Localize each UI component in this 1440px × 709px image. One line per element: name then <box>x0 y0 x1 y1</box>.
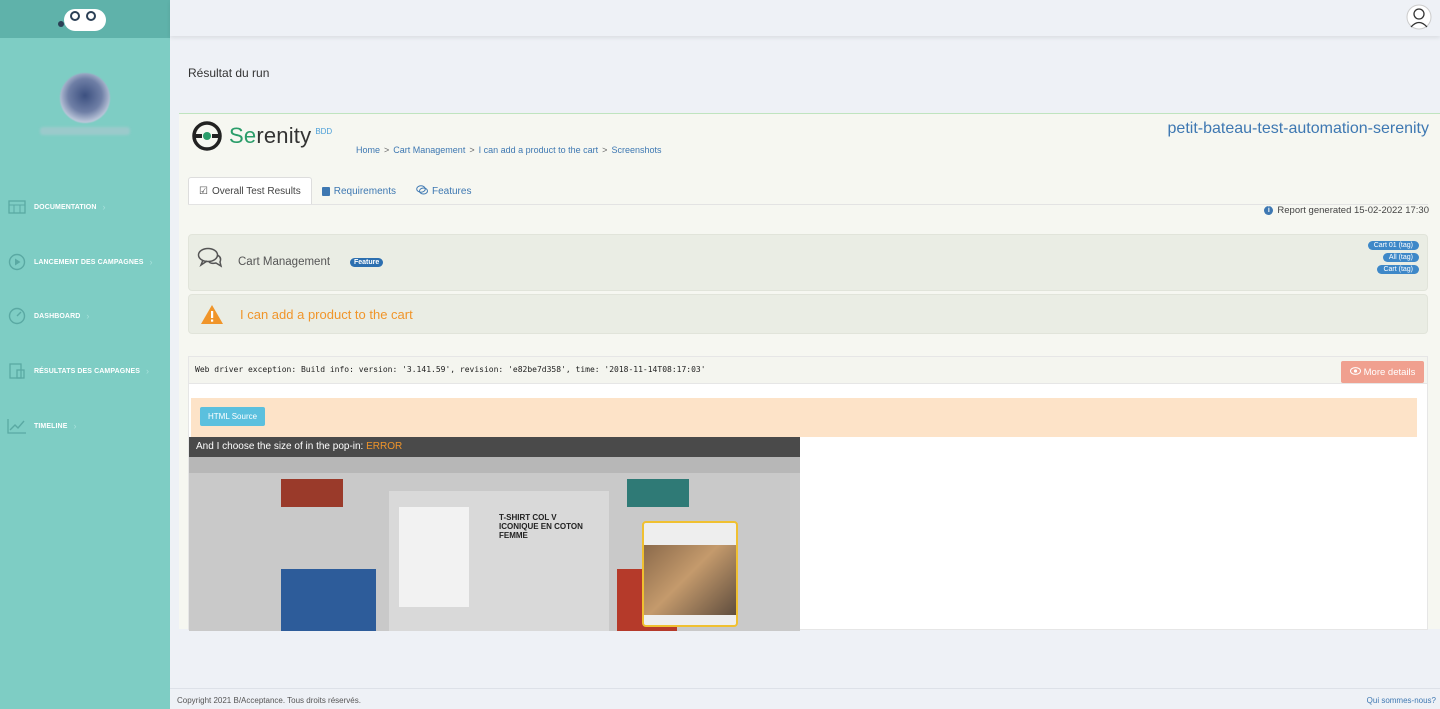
html-source-button[interactable]: HTML Source <box>200 407 266 426</box>
breadcrumb-feature[interactable]: Cart Management <box>393 145 465 155</box>
screenshot-popin <box>642 521 738 627</box>
sidebar-item-label: RÉSULTATS DES CAMPAGNES <box>34 367 141 375</box>
comments-icon <box>416 184 428 198</box>
screenshot-product-teal <box>627 479 689 507</box>
user-profile-icon[interactable] <box>1406 4 1432 30</box>
tag-list: Cart 01 (tag) All (tag) Cart (tag) <box>1367 241 1419 274</box>
breadcrumb-screenshots[interactable]: Screenshots <box>611 145 661 155</box>
tab-features[interactable]: Features <box>406 177 481 205</box>
chevron-right-icon: › <box>73 421 77 431</box>
user-avatar <box>60 73 110 123</box>
breadcrumb-scenario[interactable]: I can add a product to the cart <box>479 145 599 155</box>
tab-label: Requirements <box>333 185 396 197</box>
sidebar-item-label: TIMELINE <box>34 422 68 430</box>
sidebar-header <box>0 0 170 38</box>
report-generated: i Report generated 15-02-2022 17:30 <box>1264 205 1429 216</box>
tag-all[interactable]: All (tag) <box>1382 253 1419 262</box>
report-icon <box>7 361 27 381</box>
screenshot-product-modal: T-SHIRT COL V ICONIQUE EN COTON FEMME <box>389 491 609 631</box>
sidebar-item-campaign-launch[interactable]: LANCEMENT DES CAMPAGNES › <box>0 249 170 275</box>
feature-name: Cart Management <box>238 256 331 268</box>
warning-icon <box>201 305 223 324</box>
scenario-title: I can add a product to the cart <box>240 307 413 322</box>
sidebar-item-documentation[interactable]: DOCUMENTATION › <box>0 194 170 220</box>
serenity-bdd-label: BDD <box>315 126 333 136</box>
serenity-logo-text: Serenity <box>229 123 312 148</box>
screenshot-tshirt-image <box>399 507 469 607</box>
comments-icon <box>197 247 223 268</box>
project-name: petit-bateau-test-automation-serenity <box>1167 120 1429 137</box>
footer-about-link[interactable]: Qui sommes-nous? <box>1367 696 1436 705</box>
chevron-right-icon: › <box>102 202 106 212</box>
error-message: Web driver exception: Build info: versio… <box>195 365 706 374</box>
tab-label: Features <box>431 185 472 197</box>
error-panel: Web driver exception: Build info: versio… <box>188 356 1428 631</box>
error-header: Web driver exception: Build info: versio… <box>189 357 1427 384</box>
tab-overall-test-results[interactable]: ☑ Overall Test Results <box>188 177 312 205</box>
screenshot-caption-text: And I choose the size of in the pop-in: <box>196 441 367 452</box>
sidebar-item-timeline[interactable]: TIMELINE › <box>0 413 170 439</box>
serenity-logo: Serenity BDD <box>191 120 332 152</box>
more-details-button[interactable]: More details <box>1341 361 1424 383</box>
tab-label: Overall Test Results <box>211 186 301 197</box>
check-square-icon: ☑ <box>199 186 208 197</box>
tab-requirements[interactable]: Requirements <box>312 177 406 205</box>
screenshot-product-blue <box>281 569 376 631</box>
tabs-divider <box>188 204 1428 205</box>
sidebar: DOCUMENTATION › LANCEMENT DES CAMPAGNES … <box>0 0 170 709</box>
screenshot-product-title: T-SHIRT COL V ICONIQUE EN COTON FEMME <box>499 513 583 540</box>
play-circle-icon <box>7 252 27 272</box>
tag-cart-01[interactable]: Cart 01 (tag) <box>1367 241 1419 250</box>
more-details-label: More details <box>1363 366 1416 378</box>
app-logo[interactable] <box>58 5 112 33</box>
book-icon <box>321 186 330 196</box>
screenshot-webpage: T-SHIRT COL V ICONIQUE EN COTON FEMME <box>189 457 800 631</box>
report-generated-text: Report generated 15-02-2022 17:30 <box>1277 205 1429 216</box>
serenity-logo-icon <box>192 121 222 151</box>
sidebar-item-campaign-results[interactable]: RÉSULTATS DES CAMPAGNES › <box>0 358 170 384</box>
info-icon: i <box>1264 206 1274 215</box>
screenshot-image[interactable]: And I choose the size of in the pop-in: … <box>189 437 800 631</box>
eye-icon <box>1349 366 1361 378</box>
chevron-right-icon: › <box>86 311 90 321</box>
report-tabs: ☑ Overall Test Results Requirements Feat… <box>188 177 481 205</box>
chevron-right-icon: › <box>146 366 150 376</box>
screenshot-product-red <box>281 479 343 507</box>
report-panel: Serenity BDD Home > Cart Management > I ca… <box>179 113 1440 631</box>
screenshot-popin-photo <box>644 545 736 615</box>
sidebar-item-label: LANCEMENT DES CAMPAGNES <box>34 258 144 266</box>
footer: Copyright 2021 B/Acceptance. Tous droits… <box>170 688 1440 709</box>
scenario-header: I can add a product to the cart <box>188 294 1428 334</box>
feature-badge: Feature <box>350 258 384 267</box>
user-name-blurred <box>40 127 130 135</box>
breadcrumb-home[interactable]: Home <box>356 145 380 155</box>
calendar-grid-icon <box>7 197 27 217</box>
stacktrace-bar: HTML Source <box>191 398 1417 437</box>
line-chart-icon <box>7 416 27 436</box>
page-title: Résultat du run <box>188 66 270 80</box>
sidebar-item-dashboard[interactable]: DASHBOARD › <box>0 303 170 329</box>
sidebar-item-label: DOCUMENTATION <box>34 203 97 211</box>
screenshot-caption: And I choose the size of in the pop-in: … <box>189 437 800 457</box>
chevron-right-icon: › <box>149 257 153 267</box>
top-bar <box>170 0 1440 36</box>
screenshot-status: ERROR <box>366 441 403 452</box>
gauge-icon <box>7 306 27 326</box>
feature-header: Cart Management Feature Cart 01 (tag) Al… <box>188 234 1428 291</box>
sidebar-item-label: DASHBOARD <box>34 312 81 320</box>
screenshot-nav <box>189 457 800 473</box>
breadcrumb: Home > Cart Management > I can add a produ… <box>356 145 662 155</box>
footer-copyright: Copyright 2021 B/Acceptance. Tous droits… <box>177 696 361 705</box>
tag-cart[interactable]: Cart (tag) <box>1377 265 1419 274</box>
